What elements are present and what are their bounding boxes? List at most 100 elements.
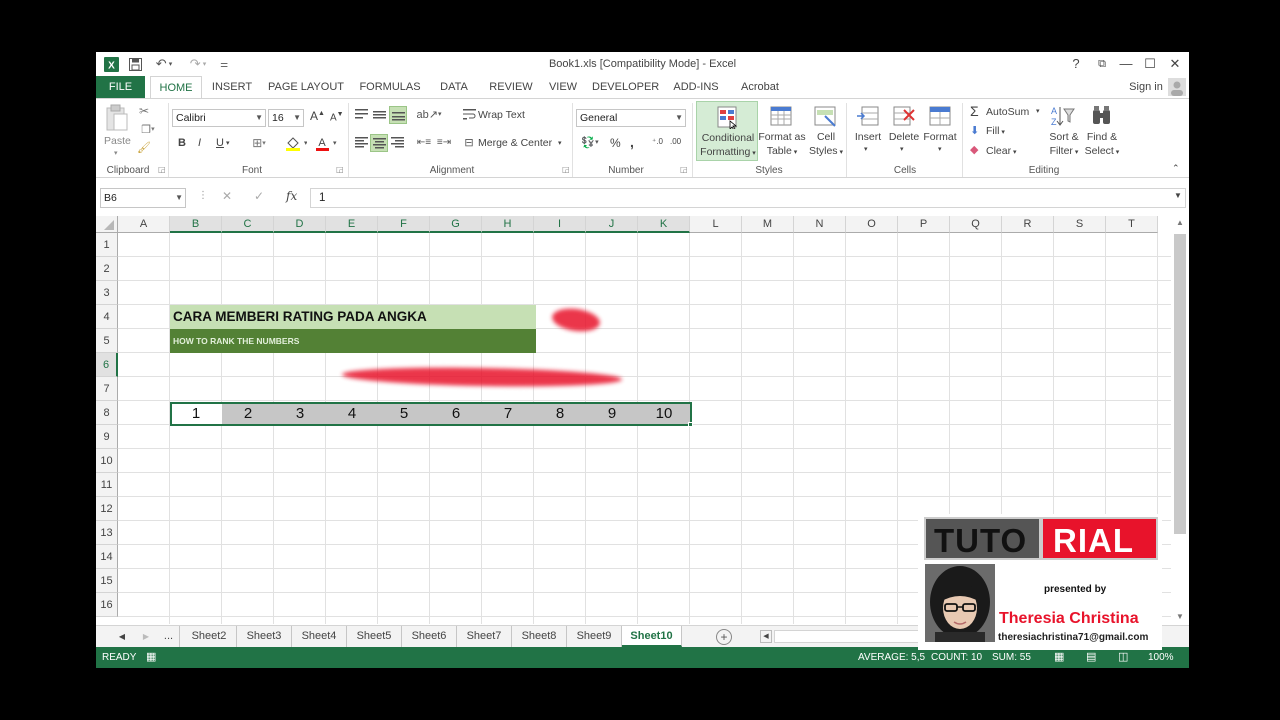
find-select-icon[interactable]	[1088, 103, 1116, 129]
scroll-down-icon[interactable]: ▼	[1172, 612, 1188, 626]
format-cells-icon[interactable]	[926, 103, 954, 129]
column-header-i[interactable]: I	[534, 216, 586, 233]
shrink-font-button[interactable]: A▼	[330, 111, 344, 123]
clipboard-launcher-icon[interactable]: ◲	[158, 165, 166, 174]
cell-styles-icon[interactable]	[812, 103, 840, 129]
row-header-9[interactable]: 9	[96, 425, 118, 449]
tab-add-ins[interactable]: ADD-INS	[670, 76, 722, 98]
align-top-icon[interactable]	[354, 107, 368, 121]
font-name-combo[interactable]: Calibri ▼	[172, 109, 266, 127]
cut-icon[interactable]: ✂	[136, 103, 152, 119]
autosum-dropdown-icon[interactable]: ▾	[1036, 107, 1040, 115]
tab-home[interactable]: HOME	[150, 76, 202, 99]
average-status[interactable]: AVERAGE: 5,5	[858, 652, 925, 663]
minimize-button[interactable]: —	[1114, 54, 1138, 74]
column-header-h[interactable]: H	[482, 216, 534, 233]
fill-icon[interactable]: ⬇	[970, 124, 979, 137]
sort-filter-label-1[interactable]: Sort &	[1046, 131, 1082, 143]
copy-icon[interactable]: ❐ ▾	[136, 121, 160, 137]
row-header-13[interactable]: 13	[96, 521, 118, 545]
help-button[interactable]: ?	[1064, 54, 1088, 74]
page-layout-view-icon[interactable]: ▤	[1086, 650, 1096, 663]
tab-data[interactable]: DATA	[434, 76, 474, 98]
column-header-o[interactable]: O	[846, 216, 898, 233]
title-cell[interactable]: CARA MEMBERI RATING PADA ANGKA	[170, 305, 536, 329]
count-status[interactable]: COUNT: 10	[931, 652, 982, 663]
column-header-n[interactable]: N	[794, 216, 846, 233]
format-button[interactable]: Format	[922, 131, 958, 143]
delete-dropdown-icon[interactable]: ▾	[900, 145, 904, 153]
sign-in-link[interactable]: Sign in	[1126, 76, 1166, 98]
align-center-icon[interactable]	[370, 134, 388, 152]
delete-button[interactable]: Delete	[888, 131, 920, 143]
column-header-d[interactable]: D	[274, 216, 326, 233]
decrease-decimal-icon[interactable]: .00	[670, 137, 681, 146]
column-header-r[interactable]: R	[1002, 216, 1054, 233]
column-header-m[interactable]: M	[742, 216, 794, 233]
name-box[interactable]: B6 ▼	[100, 188, 186, 208]
fill-color-icon[interactable]: ▾	[284, 135, 308, 151]
merge-center-button[interactable]: Merge & Center	[478, 137, 552, 149]
grow-font-button[interactable]: A▲	[310, 109, 325, 123]
paste-icon[interactable]	[104, 103, 130, 133]
tab-page-layout[interactable]: PAGE LAYOUT	[266, 76, 346, 98]
fill-button[interactable]: Fill ▾	[986, 125, 1005, 137]
row-header-7[interactable]: 7	[96, 377, 118, 401]
orientation-icon[interactable]: ab↗ ▾	[416, 105, 442, 123]
row-header-10[interactable]: 10	[96, 449, 118, 473]
decrease-indent-icon[interactable]: ⇤≡	[416, 135, 432, 149]
clear-icon[interactable]: ◆	[970, 143, 978, 156]
accounting-format-icon[interactable]: 💱 ▾	[578, 135, 602, 149]
tab-review[interactable]: REVIEW	[486, 76, 536, 98]
row-header-8[interactable]: 8	[96, 401, 118, 425]
sheet-tab-sheet2[interactable]: Sheet2	[182, 626, 237, 647]
number-launcher-icon[interactable]: ◲	[680, 165, 688, 174]
sum-status[interactable]: SUM: 55	[992, 652, 1031, 663]
tab-file[interactable]: FILE	[96, 76, 145, 98]
column-header-s[interactable]: S	[1054, 216, 1106, 233]
insert-button[interactable]: Insert	[852, 131, 884, 143]
sheet-tab-sheet4[interactable]: Sheet4	[292, 626, 347, 647]
find-select-label-2[interactable]: Select ▾	[1080, 145, 1124, 157]
sheet-tab-sheet9[interactable]: Sheet9	[567, 626, 622, 647]
scroll-sheets-left-icon[interactable]: ◀	[114, 626, 130, 647]
ribbon-display-icon[interactable]: ⧉	[1090, 54, 1114, 74]
new-sheet-icon[interactable]: +	[716, 629, 732, 645]
row-header-4[interactable]: 4	[96, 305, 118, 329]
cell-styles-label-1[interactable]: Cell	[808, 131, 844, 143]
sort-filter-icon[interactable]: AZ	[1048, 103, 1076, 129]
column-header-g[interactable]: G	[430, 216, 482, 233]
align-right-icon[interactable]	[390, 135, 404, 149]
sheet-tab-sheet10[interactable]: Sheet10	[622, 626, 682, 647]
vertical-scroll-thumb[interactable]	[1174, 234, 1186, 534]
maximize-button[interactable]: ☐	[1138, 54, 1162, 74]
format-painter-icon[interactable]: 🖌	[136, 139, 152, 155]
tab-acrobat[interactable]: Acrobat	[734, 76, 786, 98]
paste-label[interactable]: Paste	[104, 135, 131, 147]
find-select-label-1[interactable]: Find &	[1084, 131, 1120, 143]
comma-button[interactable]: ,	[630, 134, 634, 150]
underline-dropdown-icon[interactable]: ▾	[226, 139, 230, 147]
scroll-up-icon[interactable]: ▲	[1172, 218, 1188, 232]
more-sheets-button[interactable]: ...	[158, 626, 180, 647]
delete-cells-icon[interactable]	[890, 103, 918, 129]
wrap-text-button[interactable]: Wrap Text	[478, 109, 525, 121]
row-header-2[interactable]: 2	[96, 257, 118, 281]
bold-button[interactable]: B	[178, 137, 186, 149]
close-button[interactable]: ✕	[1163, 54, 1187, 74]
clear-button[interactable]: Clear ▾	[986, 145, 1017, 157]
column-header-t[interactable]: T	[1106, 216, 1158, 233]
confirm-entry-icon[interactable]: ✓	[254, 189, 264, 203]
autosum-icon[interactable]: Σ	[970, 103, 979, 119]
formula-input[interactable]: 1	[310, 188, 1186, 208]
merge-center-icon[interactable]: ⊟	[462, 135, 476, 149]
row-header-5[interactable]: 5	[96, 329, 118, 353]
tab-developer[interactable]: DEVELOPER	[592, 76, 659, 98]
row-header-14[interactable]: 14	[96, 545, 118, 569]
row-header-12[interactable]: 12	[96, 497, 118, 521]
format-as-table-label-2[interactable]: Table ▾	[758, 145, 806, 157]
font-size-combo[interactable]: 16 ▼	[268, 109, 304, 127]
merge-dropdown-icon[interactable]: ▾	[558, 139, 562, 147]
conditional-formatting-button[interactable]: Conditional Formatting ▾	[696, 101, 758, 161]
format-as-table-label-1[interactable]: Format as	[758, 131, 806, 143]
